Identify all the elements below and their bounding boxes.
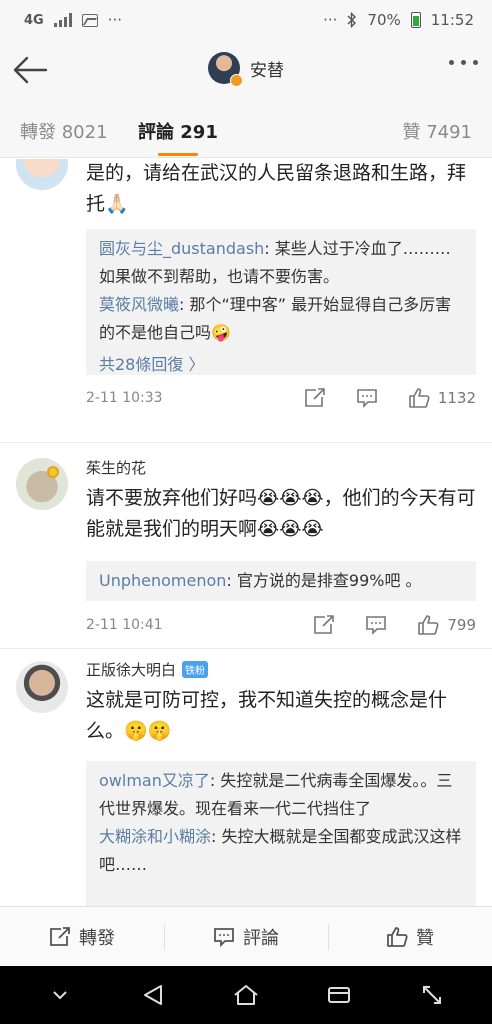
- comment-time: 2-11 10:41: [86, 617, 163, 633]
- sunflower-icon: [47, 466, 59, 478]
- reply-text: : 官方说的是排查99%吧 。: [226, 571, 422, 590]
- like-label[interactable]: 贊: [416, 924, 434, 950]
- reply-author[interactable]: Unphenomenon: [99, 571, 226, 590]
- tab-repost[interactable]: 轉發 8021: [20, 118, 108, 144]
- status-right: ··· 70% 11:52: [323, 11, 474, 29]
- reply-item[interactable]: 莫筱风微曦: 那个“理中客” 最开始显得自己多厉害的不是他自己吗🤪: [99, 291, 463, 347]
- thumbs-up-icon: [409, 388, 430, 408]
- comment-item: 是的，请给在武汉的人民留条退路和生路，拜托🙏🏻 圆灰与尘_dustandash:…: [0, 159, 492, 443]
- comment-text: 这就是可防可控，我不知道失控的概念是什么。🤫🤫: [86, 689, 448, 742]
- user-avatar[interactable]: [208, 52, 243, 87]
- commenter-avatar[interactable]: [16, 661, 68, 713]
- comment-icon: [214, 927, 234, 947]
- more-replies-link[interactable]: 共28條回復 〉: [99, 351, 463, 379]
- verified-icon: [230, 74, 243, 87]
- recents-icon: [327, 987, 350, 1003]
- reply-button[interactable]: [365, 615, 387, 635]
- reply-author[interactable]: owlman又凉了: [99, 771, 210, 790]
- comment-list[interactable]: 是的，请给在武汉的人民留条退路和生路，拜托🙏🏻 圆灰与尘_dustandash:…: [0, 159, 492, 906]
- gallery-notification-icon: [81, 13, 98, 27]
- comment-text: 是的，请给在武汉的人民留条退路和生路，拜托🙏🏻: [86, 162, 467, 215]
- reply-box[interactable]: owlman又凉了: 失控就是二代病毒全国爆发。。三代世界爆发。现在看来一代二代…: [86, 761, 476, 906]
- like-button[interactable]: 799: [417, 615, 476, 635]
- share-icon: [314, 615, 335, 634]
- nav-expand-button[interactable]: [412, 975, 452, 1015]
- reply-author[interactable]: 圆灰与尘_dustandash: [99, 239, 264, 258]
- bluetooth-icon: [347, 12, 357, 28]
- reply-item[interactable]: Unphenomenon: 官方说的是排查99%吧 。: [99, 567, 463, 595]
- share-icon: [50, 926, 70, 946]
- network-indicator: 4G: [24, 12, 44, 28]
- comment-icon: [357, 389, 377, 408]
- commenter-name-text[interactable]: 茱生的花: [86, 457, 146, 478]
- reply-box[interactable]: Unphenomenon: 官方说的是排查99%吧 。: [86, 561, 476, 601]
- triangle-back-icon: [144, 985, 163, 1005]
- more-notifications-icon: ···: [107, 11, 123, 29]
- reply-item[interactable]: 圆灰与尘_dustandash: 某些人过于冷血了………如果做不到帮助，也请不要…: [99, 235, 463, 291]
- reply-button[interactable]: [356, 388, 378, 408]
- comment-text: 请不要放弃他们好吗😭😭😭，他们的今天有可能就是我们的明天啊😭😭😭: [86, 487, 476, 540]
- like-count: 1132: [437, 389, 476, 407]
- comment-meta: 2-11 10:33 1132: [86, 386, 476, 410]
- comment-icon: [366, 616, 387, 635]
- header-user-name[interactable]: 安替: [250, 56, 284, 81]
- status-bar: 4G ··· ··· 70% 11:52: [0, 0, 492, 40]
- more-options-button[interactable]: [449, 60, 478, 65]
- battery-percent: 70%: [367, 11, 401, 29]
- commenter-name[interactable]: 茱生的花: [86, 457, 146, 478]
- back-button[interactable]: [12, 53, 48, 87]
- comment-item: 茱生的花 请不要放弃他们好吗😭😭😭，他们的今天有可能就是我们的明天啊😭😭😭 Un…: [0, 443, 492, 643]
- reply-author[interactable]: 大糊涂和小糊涂: [99, 827, 211, 846]
- tab-bar: 轉發 8021 評論 291 贊 7491: [0, 100, 492, 158]
- like-button[interactable]: 1132: [408, 388, 476, 408]
- commenter-avatar[interactable]: [16, 458, 68, 510]
- thumbs-up-icon: [387, 926, 408, 947]
- comment-item: 正版徐大明白 铁粉 这就是可防可控，我不知道失控的概念是什么。🤫🤫 owlman…: [0, 649, 492, 906]
- like-post-button[interactable]: 贊: [328, 907, 492, 966]
- reply-item[interactable]: 大糊涂和小糊涂: 失控大概就是全国都变成武汉这样吧……: [99, 823, 463, 879]
- chevron-down-icon: [53, 991, 68, 1001]
- active-tab-indicator: [158, 153, 198, 156]
- comment-button[interactable]: 評論: [164, 907, 328, 966]
- tab-like[interactable]: 贊 7491: [402, 118, 472, 144]
- clock: 11:52: [430, 11, 474, 29]
- commenter-name-text[interactable]: 正版徐大明白: [86, 659, 176, 680]
- battery-icon: [410, 12, 421, 28]
- repost-button[interactable]: 轉發: [0, 907, 164, 966]
- commenter-avatar[interactable]: [16, 159, 68, 190]
- tab-comment[interactable]: 評論 291: [138, 118, 218, 144]
- home-icon: [234, 985, 258, 1005]
- hide-nav-button[interactable]: [40, 975, 80, 1015]
- fan-badge: 铁粉: [182, 661, 209, 678]
- reply-author[interactable]: 莫筱风微曦: [99, 295, 179, 314]
- expand-icon: [422, 986, 441, 1004]
- share-button[interactable]: [304, 388, 326, 408]
- nav-back-button[interactable]: [133, 975, 173, 1015]
- comment-label[interactable]: 評論: [243, 924, 279, 950]
- back-arrow-icon: [13, 56, 48, 84]
- nav-home-button[interactable]: [226, 975, 266, 1015]
- share-button[interactable]: [313, 615, 335, 635]
- header: 安替: [0, 40, 492, 100]
- nav-recents-button[interactable]: [319, 975, 359, 1015]
- comment-meta: 2-11 10:41 799: [86, 613, 476, 637]
- like-count: 799: [447, 616, 476, 634]
- header-user[interactable]: 安替: [208, 52, 284, 87]
- share-icon: [305, 388, 325, 407]
- thumbs-up-icon: [418, 615, 439, 635]
- commenter-name[interactable]: 正版徐大明白 铁粉: [86, 659, 209, 680]
- reply-box[interactable]: 圆灰与尘_dustandash: 某些人过于冷血了………如果做不到帮助，也请不要…: [86, 229, 476, 375]
- action-bar: 轉發 評論 贊: [0, 906, 492, 966]
- signal-icon: [53, 13, 72, 27]
- repost-label[interactable]: 轉發: [79, 924, 115, 950]
- system-nav-bar: [0, 966, 492, 1024]
- more-status-icon: ···: [323, 11, 338, 29]
- reply-item[interactable]: owlman又凉了: 失控就是二代病毒全国爆发。。三代世界爆发。现在看来一代二代…: [99, 767, 463, 823]
- comment-time: 2-11 10:33: [86, 390, 163, 406]
- status-left: 4G ···: [24, 11, 122, 29]
